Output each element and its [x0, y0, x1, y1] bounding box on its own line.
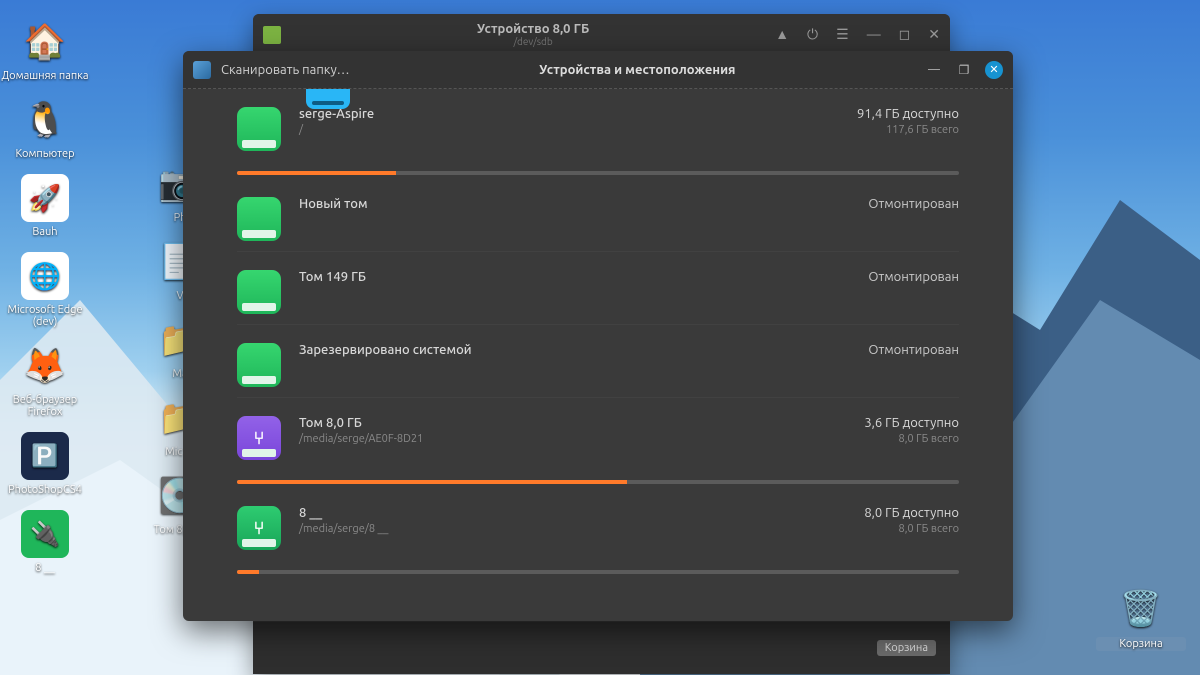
device-available: 3,6 ГБ доступно	[864, 416, 959, 430]
device-total: 8,0 ГБ всего	[864, 523, 959, 535]
usb-drive-icon: ⑂	[237, 506, 281, 550]
device-row[interactable]: ⑂ Том 8,0 ГБ/media/serge/AE0F-8D21 3,6 ГБ …	[237, 397, 959, 470]
desktop-icon-edge[interactable]: 🌐 Microsoft Edge (dev)	[0, 252, 90, 328]
device-available: 8,0 ГБ доступно	[864, 506, 959, 520]
usb-glyph-icon: ⑂	[237, 506, 281, 550]
device-name: Том 8,0 ГБ	[299, 416, 846, 430]
minimize-button[interactable]: —	[925, 61, 943, 79]
desktop-icon-trash[interactable]: 🗑️ Корзина	[1096, 585, 1186, 651]
device-info: Том 8,0 ГБ/media/serge/AE0F-8D21	[299, 416, 846, 445]
device-name: Новый том	[299, 197, 850, 211]
hard-drive-icon	[237, 197, 281, 241]
maximize-button[interactable]: ◻	[899, 26, 911, 43]
device-state: Отмонтирован	[868, 270, 959, 284]
device-list[interactable]: serge-Aspire / 91,4 ГБ доступно 117,6 ГБ вс…	[183, 89, 1013, 621]
bottom-panel-tag[interactable]: Корзина	[877, 640, 936, 656]
power-button[interactable]: ⏻	[807, 26, 818, 43]
desktop-icon-home[interactable]: 🏠 Домашняя папка	[0, 18, 90, 82]
hard-drive-icon	[237, 343, 281, 387]
device-row[interactable]: Зарезервировано системой Отмонтирован	[237, 324, 959, 397]
edge-icon: 🌐	[21, 252, 69, 300]
desktop-icon-firefox[interactable]: 🦊 Веб-браузер Firefox	[0, 342, 90, 418]
device-info: serge-Aspire /	[299, 107, 839, 136]
usb-glyph-icon: ⑂	[237, 416, 281, 460]
device-state: Отмонтирован	[868, 343, 959, 357]
rocket-icon: 🚀	[21, 174, 69, 222]
usage-bar-fill	[237, 480, 627, 484]
device-status: 3,6 ГБ доступно 8,0 ГБ всего	[864, 416, 959, 445]
device-name: Зарезервировано системой	[299, 343, 850, 357]
firefox-icon: 🦊	[21, 342, 69, 390]
disks-app-icon	[263, 26, 281, 44]
device-path: /	[299, 124, 839, 136]
desktop-icon-bauh[interactable]: 🚀 Bauh	[0, 174, 90, 238]
device-status: 91,4 ГБ доступно 117,6 ГБ всего	[857, 107, 959, 136]
device-total: 8,0 ГБ всего	[864, 433, 959, 445]
usage-bar	[237, 171, 959, 175]
usage-bar-fill	[237, 570, 259, 574]
photoshop-icon: 🅿️	[21, 432, 69, 480]
desktop-icon-label: Домашняя папка	[0, 70, 90, 82]
device-name: 8 __	[299, 506, 846, 520]
usage-bar	[237, 570, 959, 574]
scan-folder-button[interactable]: Сканировать папку…	[221, 63, 350, 77]
device-info: Том 149 ГБ	[299, 270, 850, 284]
close-button[interactable]: ✕	[985, 61, 1003, 79]
device-status: Отмонтирован	[868, 197, 959, 211]
device-row[interactable]: serge-Aspire / 91,4 ГБ доступно 117,6 ГБ вс…	[237, 89, 959, 161]
minimize-button[interactable]: —	[867, 26, 881, 43]
window-header[interactable]: Сканировать папку… Устройства и местопол…	[183, 51, 1013, 89]
usage-bar	[237, 480, 959, 484]
device-state: Отмонтирован	[868, 197, 959, 211]
device-row[interactable]: ⑂8 __/media/serge/8 __8,0 ГБ доступно8,0…	[237, 488, 959, 560]
close-button[interactable]: ✕	[928, 26, 940, 43]
desktop-icon-photoshop[interactable]: 🅿️ PhotoShopCS4	[0, 432, 90, 496]
device-row[interactable]: Том 149 ГБ Отмонтирован	[237, 251, 959, 324]
device-name: serge-Aspire	[299, 107, 839, 121]
desktop-icon-label: Корзина	[1096, 637, 1186, 651]
desktop-icon-label: Bauh	[0, 226, 90, 238]
window-title: Устройство 8,0 ГБ	[291, 22, 775, 36]
device-path: /media/serge/AE0F-8D21	[299, 433, 846, 445]
desktop-icon-label: Microsoft Edge (dev)	[0, 304, 90, 328]
desktop-icon-label: Веб-браузер Firefox	[0, 394, 90, 418]
disk-analyzer-icon	[193, 61, 211, 79]
device-total: 117,6 ГБ всего	[857, 124, 959, 136]
device-info: Новый том	[299, 197, 850, 211]
usb-drive-icon: ⑂	[237, 416, 281, 460]
desktop-icon-label: 8 __	[0, 562, 90, 574]
device-status: Отмонтирован	[868, 343, 959, 357]
device-status: Отмонтирован	[868, 270, 959, 284]
bottom-panel: Корзина	[253, 622, 950, 674]
menu-button[interactable]: ☰	[836, 26, 849, 43]
device-path: /media/serge/8 __	[299, 523, 846, 535]
usb-drive-icon: 🔌	[21, 510, 69, 558]
device-available: 91,4 ГБ доступно	[857, 107, 959, 121]
desktop-icon-label: Компьютер	[0, 148, 90, 160]
usage-bar-fill	[237, 171, 396, 175]
trash-icon: 🗑️	[1117, 585, 1165, 633]
desktop-icon-usb8[interactable]: 🔌 8 __	[0, 510, 90, 574]
eject-button[interactable]: ▲	[775, 26, 789, 43]
window-header[interactable]: Устройство 8,0 ГБ /dev/sdb ▲ ⏻ ☰ — ◻ ✕	[253, 14, 950, 56]
window-subtitle: /dev/sdb	[291, 36, 775, 47]
device-name: Том 149 ГБ	[299, 270, 850, 284]
device-info: 8 __ /media/serge/8 __	[299, 506, 846, 535]
home-icon: 🏠	[21, 18, 69, 66]
maximize-button[interactable]: ❐	[955, 61, 973, 79]
penguin-icon: 🐧	[21, 96, 69, 144]
hard-drive-icon	[237, 107, 281, 151]
device-info: Зарезервировано системой	[299, 343, 850, 357]
device-status: 8,0 ГБ доступно 8,0 ГБ всего	[864, 506, 959, 535]
desktop-icon-computer[interactable]: 🐧 Компьютер	[0, 96, 90, 160]
desktop-icon-label: PhotoShopCS4	[0, 484, 90, 496]
disk-analyzer-window[interactable]: Сканировать папку… Устройства и местопол…	[183, 51, 1013, 621]
window-title-block: Устройство 8,0 ГБ /dev/sdb	[291, 22, 775, 47]
device-row[interactable]: Новый том Отмонтирован	[237, 179, 959, 251]
window-title: Устройства и местоположения	[350, 63, 925, 77]
hard-drive-icon	[237, 270, 281, 314]
